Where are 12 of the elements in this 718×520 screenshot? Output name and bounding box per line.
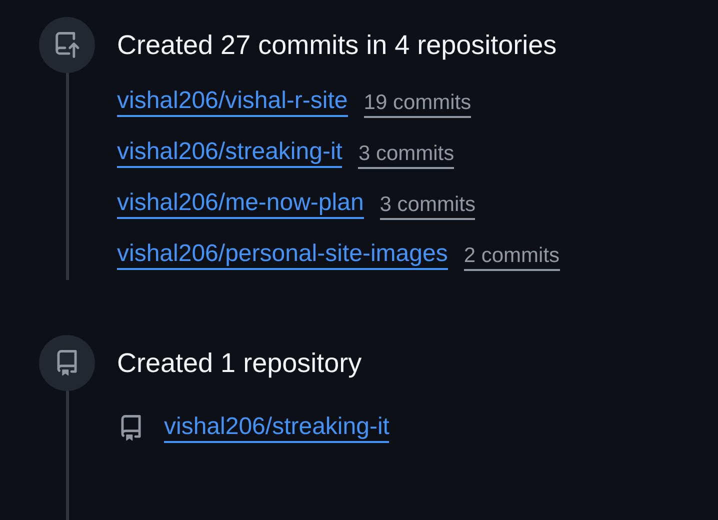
event-title: Created 1 repository [117, 348, 362, 378]
push-icon [54, 32, 80, 58]
repo-link[interactable]: vishal206/me-now-plan [117, 188, 364, 218]
repo-link[interactable]: vishal206/vishal-r-site [117, 86, 348, 116]
repo-link[interactable]: vishal206/streaking-it [164, 413, 390, 443]
commit-count-link[interactable]: 3 commits [358, 140, 454, 168]
repo-link[interactable]: vishal206/streaking-it [117, 138, 342, 168]
repo-link[interactable]: vishal206/personal-site-images [117, 240, 448, 270]
commit-count-link[interactable]: 3 commits [380, 192, 476, 220]
commit-count-link[interactable]: 2 commits [464, 242, 560, 270]
commit-count-link[interactable]: 19 commits [364, 90, 472, 118]
event-title: Created 27 commits in 4 repositories [117, 30, 557, 60]
